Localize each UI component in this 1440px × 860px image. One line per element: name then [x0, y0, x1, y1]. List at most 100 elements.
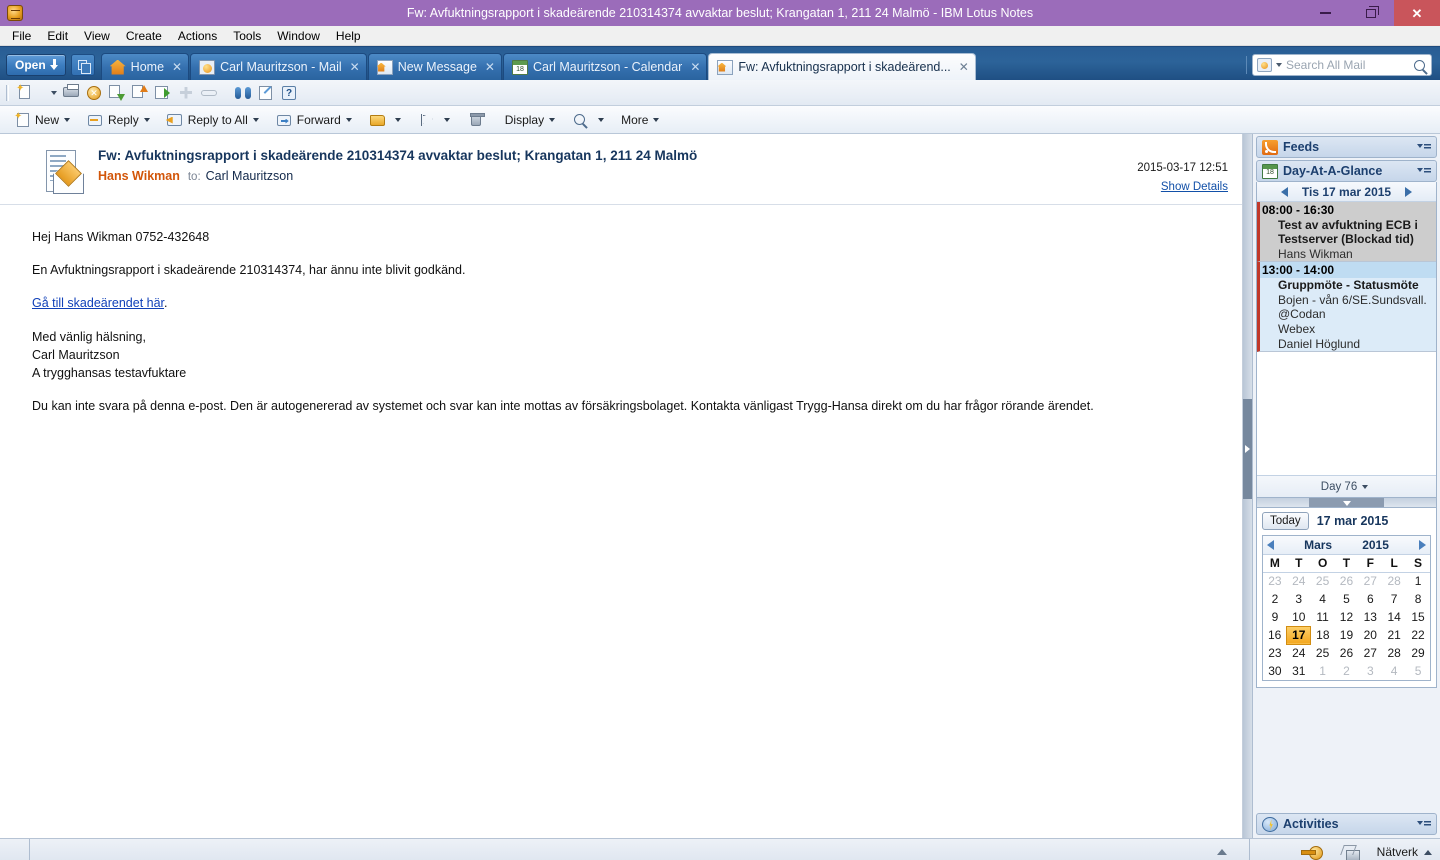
reply-all-button[interactable]: Reply to All	[161, 109, 265, 131]
calendar-day[interactable]: 15	[1406, 608, 1430, 626]
calendar-day[interactable]: 28	[1382, 644, 1406, 662]
prev-month-icon[interactable]	[1267, 540, 1274, 551]
mail-scope-icon[interactable]	[1257, 58, 1272, 72]
tab-new-message[interactable]: New Message ✕	[367, 53, 502, 80]
chevron-down-icon[interactable]	[345, 117, 352, 122]
pane-splitter[interactable]	[1243, 134, 1252, 838]
menu-create[interactable]: Create	[118, 26, 170, 46]
calendar-day[interactable]: 25	[1311, 644, 1335, 662]
network-status[interactable]: Nätverk	[1377, 845, 1432, 859]
menu-tools[interactable]: Tools	[225, 26, 269, 46]
toolbar-grip[interactable]	[6, 84, 9, 101]
lock-icon[interactable]	[1341, 845, 1361, 860]
calendar-day[interactable]: 24	[1287, 644, 1311, 662]
calendar-day[interactable]: 6	[1358, 590, 1382, 608]
calendar-day[interactable]: 5	[1335, 590, 1359, 608]
menu-file[interactable]: File	[4, 26, 39, 46]
calendar-day[interactable]: 3	[1358, 662, 1382, 680]
tab-close-icon[interactable]: ✕	[350, 60, 360, 74]
calendar-day[interactable]: 30	[1263, 662, 1287, 680]
chevron-down-icon[interactable]	[143, 117, 150, 122]
cancel-icon[interactable]	[83, 82, 105, 104]
magnifier-icon[interactable]	[1414, 59, 1425, 71]
calendar-day[interactable]: 25	[1311, 572, 1335, 590]
delete-button[interactable]	[461, 109, 494, 131]
status-expand-icon[interactable]	[1217, 849, 1227, 855]
mail-recipient[interactable]: Carl Mauritzson	[206, 169, 294, 183]
calendar-day[interactable]: 1	[1406, 572, 1430, 590]
menu-view[interactable]: View	[76, 26, 118, 46]
chevron-down-icon[interactable]	[1276, 63, 1282, 67]
chevron-down-icon[interactable]	[549, 117, 556, 122]
menu-help[interactable]: Help	[328, 26, 369, 46]
panel-menu-icon[interactable]	[1417, 818, 1431, 830]
calendar-day[interactable]: 9	[1263, 608, 1287, 626]
calendar-day[interactable]: 5	[1406, 662, 1430, 680]
reply-button[interactable]: Reply	[81, 109, 156, 131]
more-button[interactable]: More	[615, 109, 665, 131]
appointment-item[interactable]: 08:00 - 16:30 Test av avfuktning ECB i T…	[1257, 202, 1436, 263]
search-all-mail[interactable]: Search All Mail	[1252, 54, 1432, 76]
calendar-day[interactable]: 23	[1263, 572, 1287, 590]
new-document-dropdown[interactable]	[37, 82, 59, 104]
chevron-down-icon[interactable]	[252, 117, 259, 122]
calendar-day[interactable]: 18	[1311, 626, 1335, 644]
chevron-down-icon[interactable]	[1362, 484, 1369, 489]
calendar-day[interactable]: 2	[1335, 662, 1359, 680]
restore-button[interactable]	[1348, 0, 1394, 26]
calendar-day[interactable]: 24	[1287, 572, 1311, 590]
menu-edit[interactable]: Edit	[39, 26, 76, 46]
calendar-day[interactable]: 11	[1311, 608, 1335, 626]
calendar-day[interactable]: 23	[1263, 644, 1287, 662]
search-input[interactable]: Search All Mail	[1286, 58, 1414, 72]
new-button[interactable]: ✦ New	[8, 109, 76, 131]
open-button[interactable]: Open	[6, 54, 66, 76]
appointment-item[interactable]: 13:00 - 14:00 Gruppmöte - Statusmöte Boj…	[1257, 262, 1436, 353]
calendar-day[interactable]: 27	[1358, 644, 1382, 662]
help-icon[interactable]	[278, 82, 300, 104]
calendar-day[interactable]: 12	[1335, 608, 1359, 626]
calendar-day[interactable]: 19	[1335, 626, 1359, 644]
new-document-icon[interactable]: ✦	[14, 82, 36, 104]
next-arrow-icon[interactable]	[1405, 186, 1413, 197]
move-down-icon[interactable]	[106, 82, 128, 104]
window-switcher-button[interactable]	[70, 54, 95, 76]
feeds-panel-header[interactable]: Feeds	[1256, 136, 1437, 158]
calendar-day[interactable]: 28	[1382, 572, 1406, 590]
show-details-link[interactable]: Show Details	[1137, 181, 1228, 193]
calendar-day[interactable]: 1	[1311, 662, 1335, 680]
edit-icon[interactable]	[255, 82, 277, 104]
display-button[interactable]: Display	[499, 109, 561, 131]
calendar-day[interactable]: 14	[1382, 608, 1406, 626]
day-at-a-glance-header[interactable]: Day-At-A-Glance	[1256, 160, 1437, 182]
activities-panel-header[interactable]: Activities	[1256, 813, 1437, 836]
tab-close-icon[interactable]: ✕	[172, 60, 182, 74]
key-icon[interactable]	[1300, 846, 1323, 860]
menu-actions[interactable]: Actions	[170, 26, 225, 46]
calendar-day[interactable]: 10	[1287, 608, 1311, 626]
calendar-day[interactable]: 2	[1263, 590, 1287, 608]
chevron-down-icon[interactable]	[394, 117, 401, 122]
tab-calendar[interactable]: Carl Mauritzson - Calendar ✕	[502, 53, 708, 80]
panel-menu-icon[interactable]	[1417, 141, 1431, 153]
chevron-down-icon[interactable]	[653, 117, 660, 122]
sidebar-horizontal-splitter[interactable]	[1256, 498, 1437, 508]
menu-window[interactable]: Window	[269, 26, 328, 46]
calendar-day[interactable]: 26	[1335, 572, 1359, 590]
chevron-down-icon[interactable]	[64, 117, 71, 122]
chevron-up-icon[interactable]	[1424, 849, 1432, 855]
calendar-day[interactable]: 21	[1382, 626, 1406, 644]
search-button[interactable]	[566, 109, 610, 131]
tab-home[interactable]: Home ✕	[100, 53, 190, 80]
sidebar-splitter-handle[interactable]	[1309, 498, 1384, 508]
forward-button[interactable]: Forward	[270, 109, 358, 131]
find-icon[interactable]	[232, 82, 254, 104]
calendar-day[interactable]: 3	[1287, 590, 1311, 608]
print-icon[interactable]	[60, 82, 82, 104]
prev-arrow-icon[interactable]	[1280, 186, 1288, 197]
calendar-day[interactable]: 31	[1287, 662, 1311, 680]
skadearendet-link[interactable]: Gå till skadeärendet här	[32, 296, 164, 310]
calendar-day[interactable]: 20	[1358, 626, 1382, 644]
today-button[interactable]: Today	[1262, 512, 1309, 531]
next-month-icon[interactable]	[1419, 540, 1426, 551]
